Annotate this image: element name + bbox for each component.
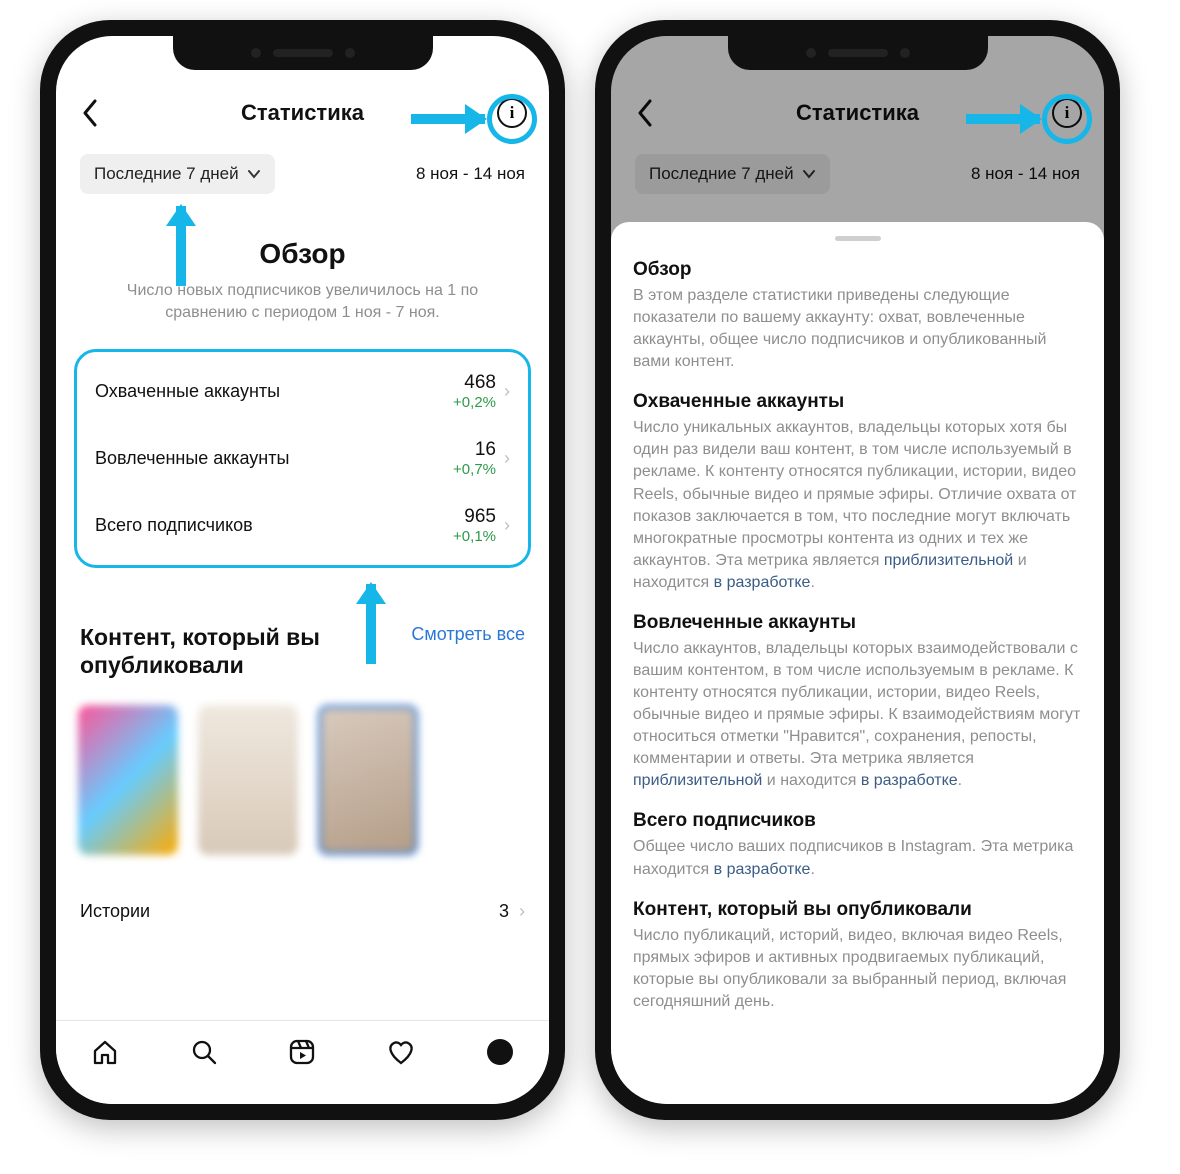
annotation-arrow-right [966, 114, 1040, 124]
tab-activity[interactable] [386, 1037, 416, 1067]
sheet-heading-reach: Охваченные аккаунты [633, 391, 1082, 413]
link-approximate[interactable]: приблизительной [884, 552, 1013, 569]
annotation-arrow-up [366, 584, 376, 664]
filter-row: Последние 7 дней 8 ноя - 14 ноя [56, 144, 549, 200]
sheet-text-engaged: Число аккаунтов, владельцы которых взаим… [633, 638, 1082, 793]
content-thumbnails [56, 679, 549, 865]
metric-reach[interactable]: Охваченные аккаунты 468 +0,2% › [77, 358, 528, 425]
stories-label: Истории [80, 901, 150, 922]
page-title: Статистика [241, 100, 364, 126]
phone-right: Статистика i Последние 7 дней 8 ноя - 14… [595, 20, 1120, 1120]
chevron-right-icon: › [519, 901, 525, 922]
sheet-heading-content: Контент, который вы опубликовали [633, 899, 1082, 921]
metric-delta: +0,1% [453, 528, 496, 545]
phone-left: Статистика i Последние 7 дней 8 ноя - 14… [40, 20, 565, 1120]
metric-label: Всего подписчиков [95, 515, 453, 536]
metric-engaged[interactable]: Вовлеченные аккаунты 16 +0,7% › [77, 425, 528, 492]
sheet-heading-overview: Обзор [633, 259, 1082, 281]
annotation-arrow-up [176, 206, 186, 286]
tab-home[interactable] [90, 1037, 120, 1067]
metric-followers[interactable]: Всего подписчиков 965 +0,1% › [77, 492, 528, 559]
tab-profile[interactable] [485, 1037, 515, 1067]
annotation-circle [487, 94, 537, 144]
back-button[interactable] [78, 101, 102, 125]
metric-delta: +0,7% [453, 461, 496, 478]
info-sheet: Обзор В этом разделе статистики приведен… [611, 222, 1104, 1104]
metric-label: Вовлеченные аккаунты [95, 448, 453, 469]
metric-delta: +0,2% [453, 394, 496, 411]
date-range: 8 ноя - 14 ноя [416, 164, 525, 184]
phone-notch [173, 36, 433, 70]
sheet-heading-engaged: Вовлеченные аккаунты [633, 612, 1082, 634]
content-heading: Контент, который вы опубликовали [80, 624, 380, 679]
overview-heading: Обзор [56, 238, 549, 270]
period-label: Последние 7 дней [94, 164, 239, 184]
sheet-text-overview: В этом разделе статистики приведены след… [633, 285, 1082, 373]
overview-subtext: Число новых подписчиков увеличилось на 1… [56, 270, 549, 323]
period-chip[interactable]: Последние 7 дней [80, 154, 275, 194]
content-thumb[interactable] [318, 705, 418, 855]
phone-notch [728, 36, 988, 70]
stories-row[interactable]: Истории 3 › [56, 865, 549, 922]
metric-value: 16 [453, 439, 496, 461]
chevron-right-icon: › [504, 381, 510, 402]
chevron-down-icon [247, 169, 261, 179]
stories-count: 3 [499, 901, 509, 922]
annotation-arrow-right [411, 114, 485, 124]
sheet-text-content: Число публикаций, историй, видео, включа… [633, 925, 1082, 1013]
tab-bar [56, 1020, 549, 1104]
chevron-right-icon: › [504, 515, 510, 536]
link-approximate[interactable]: приблизительной [633, 772, 762, 789]
metric-value: 468 [453, 372, 496, 394]
see-all-link[interactable]: Смотреть все [411, 624, 525, 646]
metric-value: 965 [453, 506, 496, 528]
sheet-text-followers: Общее число ваших подписчиков в Instagra… [633, 836, 1082, 880]
link-in-development[interactable]: в разработке [714, 574, 811, 591]
content-thumb[interactable] [78, 705, 178, 855]
link-in-development[interactable]: в разработке [714, 861, 811, 878]
chevron-right-icon: › [504, 448, 510, 469]
link-in-development[interactable]: в разработке [861, 772, 958, 789]
sheet-text-reach: Число уникальных аккаунтов, владельцы ко… [633, 417, 1082, 594]
tab-search[interactable] [189, 1037, 219, 1067]
profile-dot-icon [487, 1039, 513, 1065]
annotation-circle [1042, 94, 1092, 144]
metrics-card-highlight: Охваченные аккаунты 468 +0,2% › Вовлечен… [74, 349, 531, 568]
tab-reels[interactable] [287, 1037, 317, 1067]
content-thumb[interactable] [198, 705, 298, 855]
metric-label: Охваченные аккаунты [95, 381, 453, 402]
sheet-grabber[interactable] [835, 236, 881, 241]
sheet-heading-followers: Всего подписчиков [633, 810, 1082, 832]
